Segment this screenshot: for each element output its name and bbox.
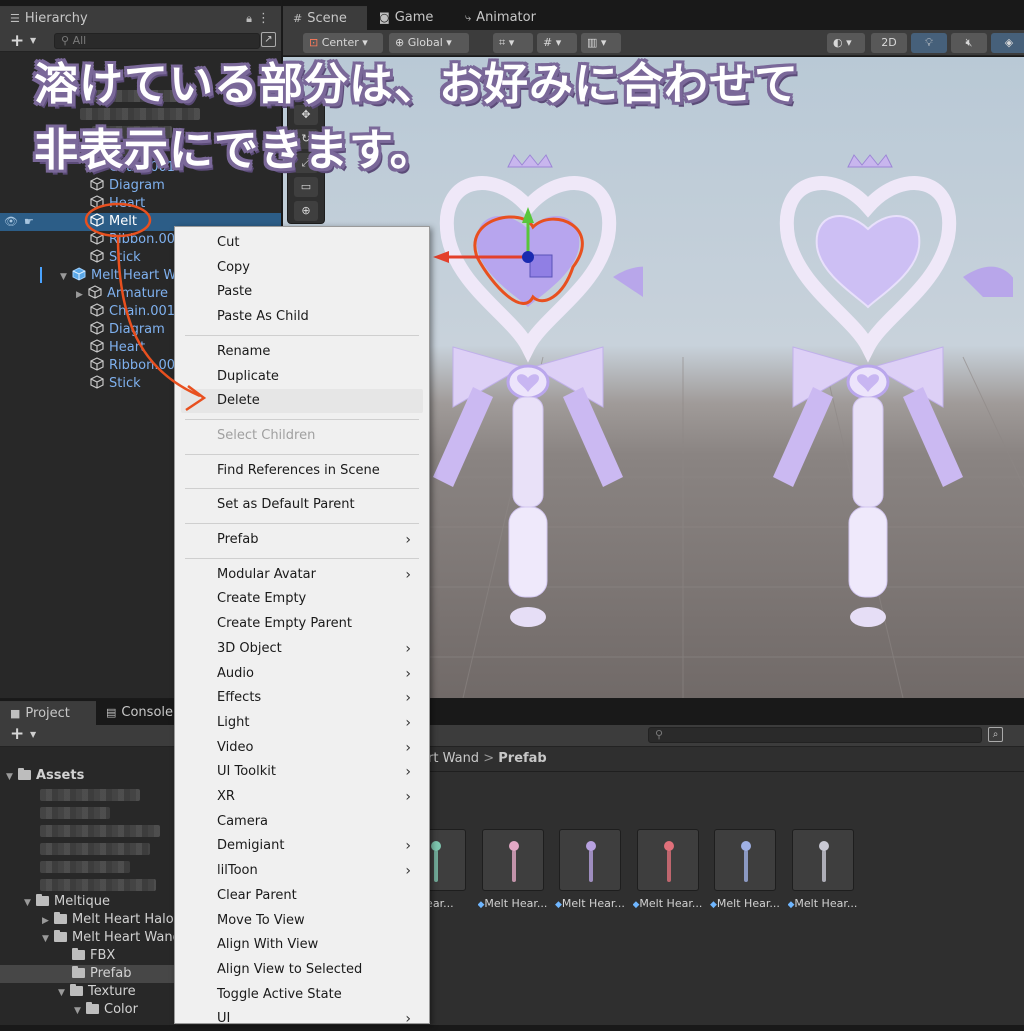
caption-line-1: 溶けている部分は、お好みに合わせて [34,59,799,110]
caption-line-2: 非表示にできます。 [34,125,435,176]
annotation-arrow [116,235,201,398]
annotation-circle [84,202,152,238]
